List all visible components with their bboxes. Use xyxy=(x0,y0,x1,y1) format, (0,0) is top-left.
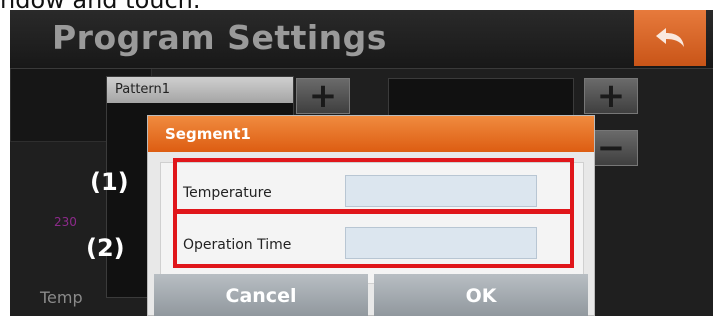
cancel-button[interactable]: Cancel xyxy=(154,274,368,316)
add-pattern-button[interactable]: + xyxy=(296,78,350,114)
dialog-title: Segment1 xyxy=(148,116,594,152)
graph-axis-label: Temp xyxy=(40,288,83,307)
back-arrow-icon xyxy=(656,28,684,47)
page-title: Program Settings xyxy=(52,18,387,57)
callout-marker-2: (2) xyxy=(86,234,125,262)
back-button[interactable] xyxy=(634,10,706,66)
device-screen: Program Settings Pattern1 + + − 230 Temp… xyxy=(10,10,713,316)
title-bar: Program Settings xyxy=(10,10,713,69)
pattern-item[interactable]: Pattern1 xyxy=(107,77,293,103)
ok-button[interactable]: OK xyxy=(374,274,588,316)
graph-y-tick: 230 xyxy=(54,215,77,229)
add-segment-button[interactable]: + xyxy=(584,78,638,114)
instruction-caption: ndow and touch. xyxy=(0,0,718,10)
callout-box-temperature xyxy=(173,158,574,213)
callout-marker-1: (1) xyxy=(90,168,129,196)
callout-box-operation-time xyxy=(173,210,574,268)
